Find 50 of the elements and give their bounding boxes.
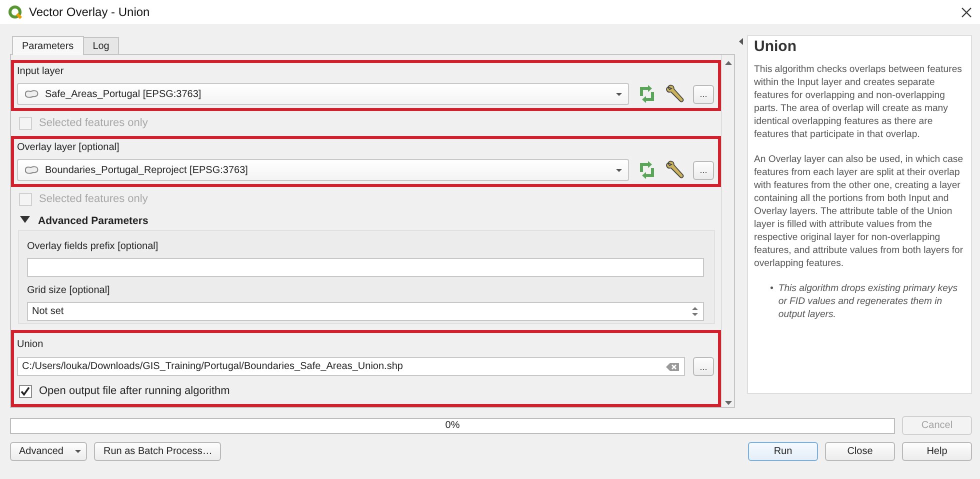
spin-arrows-icon[interactable] [691,306,699,317]
layer-dropdown[interactable]: Boundaries_Portugal_Reproject [EPSG:3763] [17,159,629,181]
field-label: Overlay layer [optional] [17,142,120,155]
field-label: Union [17,339,44,352]
wrench-icon[interactable] [665,84,685,104]
bullet: • [770,282,774,296]
dropdown-arrow-icon [616,92,622,96]
polygon-icon [24,89,39,99]
clear-icon[interactable] [666,362,680,372]
checkbox-label: Open output file after running algorithm [39,385,230,397]
scrollbar[interactable] [721,55,734,407]
options-button[interactable]: ... [693,160,714,180]
caret-icon [75,450,82,453]
section-header[interactable]: Advanced Parameters [38,215,148,227]
layer-dropdown[interactable]: Safe_Areas_Portugal [EPSG:3763] [17,83,629,105]
field-label: Overlay fields prefix [optional] [27,241,160,254]
input-field[interactable] [27,258,704,277]
field-label: Grid size [optional] [27,285,111,298]
dialog-button[interactable]: Help [902,442,972,461]
progress-text: 0% [444,419,461,432]
help-note: This algorithm drops existing primary keys or FID values and regenerates them in output layers. [778,282,959,321]
checkmark-icon [20,386,31,396]
options-button[interactable]: ... [693,84,714,104]
scroll-up-icon[interactable] [724,61,732,65]
dialog-button[interactable]: Advanced [10,442,88,461]
wrench-icon[interactable] [665,160,685,180]
dialog-button[interactable]: Run as Batch Process… [94,442,222,461]
field-label: Input layer [17,66,65,79]
dialog-button[interactable]: Run [748,442,818,461]
spin-field[interactable]: Not set [27,302,704,321]
window-title: Vector Overlay - Union [29,5,151,19]
checkbox-label: Selected features only [39,117,148,129]
options-button[interactable]: ... [693,357,714,376]
collapse-arrow-icon[interactable] [739,38,743,45]
help-paragraph: This algorithm checks overlaps between features within the Input layer and creates separate features for overlapping and non-overlapping parts. The area of overlap will create as many identical overlapping features as there are features that participate in that overlap. [754,63,963,141]
help-paragraph: An Overlay layer can also be used, in which case features from each layer are split at their overlap with features from the other one, creating a layer containing all the portions from both Input and Overlay layers. The attribute table of the Union layer is filled with attribute values from the respective original layer for non-overlapping features, and attribute values from both layers for overlapping features. [754,153,964,270]
checkbox[interactable] [19,384,32,398]
dropdown-arrow-icon [616,168,622,172]
app-icon [8,4,23,20]
scroll-down-icon[interactable] [724,401,732,405]
cycle-arrows-icon[interactable] [637,84,657,104]
tab[interactable]: Parameters [12,36,84,55]
polygon-icon [24,165,39,175]
tab[interactable]: Log [82,37,120,54]
file-path-field[interactable]: C:/Users/louka/Downloads/GIS_Training/Portugal/Boundaries_Safe_Areas_Union.shp [17,357,685,376]
help-title: Union [754,40,798,53]
close-icon[interactable] [961,6,972,18]
dialog-button[interactable]: Close [825,442,895,461]
checkbox-label: Selected features only [39,193,148,205]
cycle-arrows-icon[interactable] [637,160,657,180]
